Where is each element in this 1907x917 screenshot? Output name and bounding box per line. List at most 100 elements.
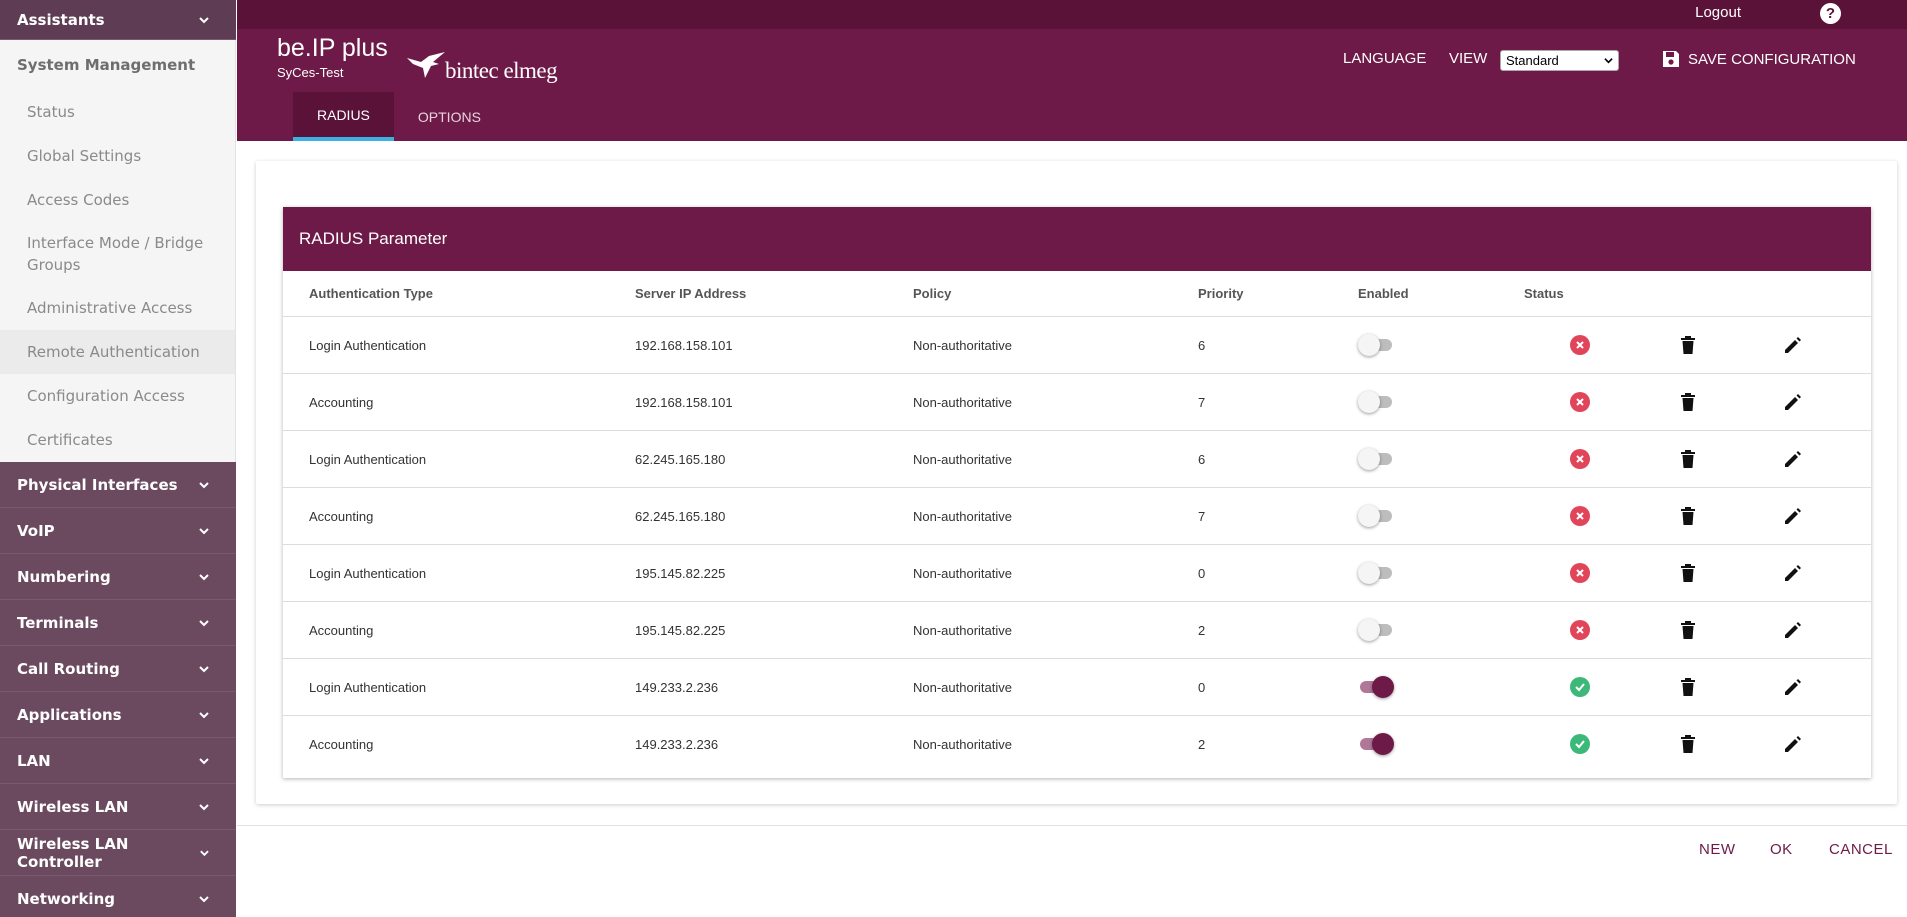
edit-icon[interactable] [1783,335,1803,355]
sidebar-section-label: Terminals [17,613,99,632]
table-row: Login Authentication 149.233.2.236 Non-aut… [283,659,1871,716]
logo-text: bintec elmeg [445,58,558,83]
enabled-toggle[interactable] [1358,448,1394,470]
edit-icon[interactable] [1783,506,1803,526]
table-row: Login Authentication 195.145.82.225 Non-au… [283,545,1871,602]
sidebar-section[interactable]: Physical Interfaces [0,462,236,508]
delete-icon[interactable] [1678,734,1698,754]
policy-cell: Non-authoritative [913,394,1012,410]
radius-table: RADIUS Parameter Authentication Type Ser… [283,207,1871,778]
delete-icon[interactable] [1678,449,1698,469]
new-button[interactable]: NEW [1699,841,1736,858]
enabled-toggle[interactable] [1358,733,1394,755]
tab-bar: RADIUS OPTIONS [293,92,505,141]
delete-icon[interactable] [1678,335,1698,355]
help-icon[interactable]: ? [1820,3,1841,24]
server-ip-cell: 149.233.2.236 [635,737,719,752]
error-circle-icon [1570,620,1590,640]
delete-icon[interactable] [1678,392,1698,412]
table-row: Accounting 195.145.82.225 Non-authoritativ… [283,602,1871,659]
cancel-button[interactable]: CANCEL [1829,841,1893,858]
sidebar-section[interactable]: Terminals [0,600,236,646]
footer-divider [237,825,1907,826]
delete-icon[interactable] [1678,506,1698,526]
sidebar-section-label: Applications [17,705,122,724]
column-header[interactable]: Server IP Address [635,286,746,301]
sidebar-section[interactable]: Call Routing [0,646,236,692]
sidebar-section-label: Wireless LAN [17,797,129,816]
policy-cell: Non-authoritative [913,737,1012,752]
tab-radius[interactable]: RADIUS [293,92,394,141]
chevron-down-icon [199,895,209,902]
column-header[interactable]: Authentication Type [309,286,433,301]
sidebar-section[interactable]: Networking [0,876,236,917]
sidebar-item-interface-mode[interactable]: Interface Mode / Bridge Groups [0,222,235,286]
view-select[interactable]: Standard [1500,50,1619,71]
view-label: VIEW [1449,50,1488,67]
chevron-down-icon [199,481,209,488]
edit-icon[interactable] [1783,734,1803,754]
column-header[interactable]: Policy [913,286,951,301]
sidebar-section[interactable]: Numbering [0,554,236,600]
priority-cell: 6 [1198,451,1206,467]
top-bar: Logout ? [237,0,1907,29]
edit-icon[interactable] [1783,392,1803,412]
check-circle-icon [1570,677,1590,697]
view-select-value: Standard [1506,53,1559,68]
sidebar-item-access-codes[interactable]: Access Codes [0,178,235,222]
sidebar-item-remote-authentication[interactable]: Remote Authentication [0,330,235,374]
check-circle-icon [1570,734,1590,754]
enabled-toggle[interactable] [1358,334,1394,356]
edit-icon[interactable] [1783,620,1803,640]
column-header[interactable]: Enabled [1358,286,1409,301]
auth-type-cell: Login Authentication [309,451,427,467]
edit-icon[interactable] [1783,677,1803,697]
priority-cell: 7 [1198,508,1206,524]
auth-type-cell: Accounting [309,394,374,410]
priority-cell: 2 [1198,737,1206,752]
table-title: RADIUS Parameter [283,207,1871,271]
sidebar-item-status[interactable]: Status [0,90,235,134]
error-circle-icon [1570,506,1590,526]
sidebar-section-label: Numbering [17,567,111,586]
sidebar-section[interactable]: Wireless LAN [0,784,236,830]
table-row: Accounting 149.233.2.236 Non-authoritative… [283,716,1871,773]
sidebar-item-global-settings[interactable]: Global Settings [0,134,235,178]
sidebar-item-certificates[interactable]: Certificates [0,418,235,462]
delete-icon[interactable] [1678,677,1698,697]
table-header: Authentication Type Server IP Address Po… [283,271,1871,317]
delete-icon[interactable] [1678,563,1698,583]
auth-type-cell: Accounting [309,622,374,638]
sidebar-item-administrative-access[interactable]: Administrative Access [0,286,235,330]
sidebar-item-configuration-access[interactable]: Configuration Access [0,374,235,418]
edit-icon[interactable] [1783,449,1803,469]
enabled-toggle[interactable] [1358,505,1394,527]
enabled-toggle[interactable] [1358,562,1394,584]
edit-icon[interactable] [1783,563,1803,583]
ok-button[interactable]: OK [1770,841,1793,858]
language-menu[interactable]: LANGUAGE [1343,50,1426,67]
enabled-toggle[interactable] [1358,391,1394,413]
sidebar-section[interactable]: Wireless LAN Controller [0,830,236,876]
sidebar-section[interactable]: Applications [0,692,236,738]
column-header[interactable]: Priority [1198,286,1244,301]
enabled-toggle[interactable] [1358,676,1394,698]
delete-icon[interactable] [1678,620,1698,640]
server-ip-cell: 192.168.158.101 [635,337,733,353]
save-configuration-button[interactable]: SAVE CONFIGURATION [1662,50,1856,68]
logout-link[interactable]: Logout [1695,4,1741,21]
auth-type-cell: Login Authentication [309,565,427,581]
sidebar-section-system-management[interactable]: System Management [0,40,235,90]
save-configuration-label: SAVE CONFIGURATION [1688,50,1856,68]
error-circle-icon [1570,392,1590,412]
tab-options[interactable]: OPTIONS [394,92,505,141]
sidebar-section[interactable]: VoIP [0,508,236,554]
column-header[interactable]: Status [1524,286,1564,301]
auth-type-cell: Login Authentication [309,679,427,695]
sidebar-section[interactable]: LAN [0,738,236,784]
enabled-toggle[interactable] [1358,619,1394,641]
table-row: Accounting 62.245.165.180 Non-authoritativ… [283,488,1871,545]
sidebar-section-label: Networking [17,889,115,908]
sidebar-section-assistants[interactable]: Assistants [0,0,236,40]
server-ip-cell: 192.168.158.101 [635,394,733,410]
